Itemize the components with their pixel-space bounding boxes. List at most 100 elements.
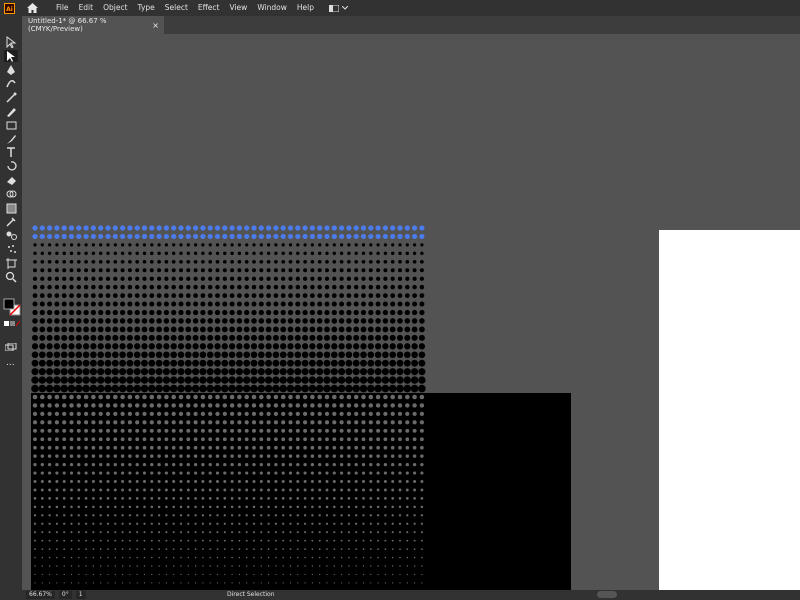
- halftone-dot: [48, 522, 51, 525]
- menu-edit[interactable]: Edit: [74, 0, 99, 16]
- halftone-dot: [208, 505, 212, 509]
- halftone-dot: [171, 454, 176, 458]
- menu-effect[interactable]: Effect: [193, 0, 225, 16]
- menu-window[interactable]: Window: [252, 0, 292, 16]
- fill-stroke-swatches[interactable]: [3, 298, 21, 316]
- rotate-tool-icon[interactable]: [4, 160, 18, 172]
- halftone-dot: [106, 471, 110, 475]
- more-tools-icon[interactable]: ...: [6, 358, 15, 368]
- halftone-dot: [369, 471, 373, 475]
- halftone-dot: [142, 445, 147, 450]
- halftone-dot: [98, 293, 104, 298]
- halftone-dot: [62, 471, 66, 475]
- symbol-sprayer-icon[interactable]: [4, 243, 18, 255]
- pencil-tool-icon[interactable]: [4, 105, 18, 117]
- halftone-dot: [360, 233, 367, 240]
- halftone-dot: [209, 582, 211, 584]
- halftone-dot: [143, 573, 146, 576]
- menu-object[interactable]: Object: [98, 0, 132, 16]
- menu-file[interactable]: File: [51, 0, 74, 16]
- halftone-dot: [47, 251, 52, 256]
- color-mode-icons[interactable]: [4, 320, 21, 328]
- type-tool-icon[interactable]: [4, 146, 18, 158]
- halftone-dot: [98, 420, 103, 425]
- artboard[interactable]: [659, 230, 800, 590]
- pen-tool-icon[interactable]: [4, 64, 18, 76]
- halftone-dot: [309, 309, 316, 316]
- halftone-dot: [311, 573, 314, 576]
- artboard-navigator[interactable]: 1: [75, 591, 86, 599]
- halftone-dot: [119, 343, 126, 350]
- halftone-dot: [354, 497, 358, 500]
- halftone-dot: [185, 309, 191, 316]
- halftone-dot: [251, 420, 257, 425]
- home-icon[interactable]: [25, 1, 39, 15]
- halftone-dot: [91, 454, 96, 458]
- halftone-dot: [412, 268, 417, 273]
- zoom-tool-icon[interactable]: [4, 271, 18, 283]
- halftone-dot: [317, 437, 322, 442]
- halftone-dot: [398, 259, 402, 264]
- halftone-dot: [121, 565, 124, 567]
- halftone-dot: [369, 531, 372, 534]
- halftone-dot: [209, 565, 211, 567]
- menu-view[interactable]: View: [225, 0, 253, 16]
- halftone-dot: [180, 548, 182, 550]
- halftone-dot: [99, 480, 103, 483]
- rotation-field[interactable]: 0°: [58, 591, 72, 599]
- artboard-tool-icon[interactable]: [4, 257, 18, 269]
- halftone-dot: [259, 454, 264, 458]
- rectangle-tool-icon[interactable]: [4, 119, 18, 131]
- halftone-dot: [216, 514, 219, 517]
- halftone-dot: [405, 437, 410, 442]
- halftone-dot: [177, 351, 185, 359]
- direct-selection-tool-icon[interactable]: [4, 49, 18, 62]
- halftone-dot: [113, 428, 118, 433]
- halftone-dot: [383, 293, 388, 298]
- halftone-dot: [187, 573, 189, 576]
- halftone-dot: [273, 318, 279, 324]
- curvature-tool-icon[interactable]: [4, 77, 18, 89]
- workspace-switcher[interactable]: [329, 4, 348, 12]
- halftone-dot: [82, 359, 90, 367]
- halftone-artwork[interactable]: [31, 223, 571, 593]
- horizontal-scrollbar[interactable]: [597, 591, 617, 598]
- halftone-dot: [187, 548, 190, 550]
- halftone-dot: [77, 462, 81, 467]
- halftone-dot: [418, 384, 426, 393]
- halftone-dot: [251, 225, 257, 231]
- halftone-dot: [266, 454, 271, 458]
- screen-mode-icon[interactable]: [4, 342, 17, 353]
- shape-builder-icon[interactable]: [4, 188, 18, 200]
- blend-tool-icon[interactable]: [4, 229, 18, 241]
- halftone-dot: [194, 505, 197, 509]
- document-tab[interactable]: Untitled-1* @ 66.67 % (CMYK/Preview) ×: [22, 16, 164, 34]
- paintbrush-tool-icon[interactable]: [4, 133, 18, 145]
- tools-panel: ...: [0, 16, 22, 600]
- eyedropper-tool-icon[interactable]: [4, 215, 18, 227]
- halftone-dot: [361, 251, 366, 256]
- halftone-dot: [148, 368, 156, 376]
- zoom-field[interactable]: 66.67%: [26, 591, 55, 599]
- close-icon[interactable]: ×: [152, 21, 159, 30]
- gradient-tool-icon[interactable]: [4, 202, 18, 214]
- halftone-dot: [339, 251, 344, 256]
- menu-type[interactable]: Type: [133, 0, 160, 16]
- halftone-dot: [231, 556, 233, 559]
- menu-help[interactable]: Help: [292, 0, 319, 16]
- halftone-dot: [273, 403, 279, 408]
- magic-wand-icon[interactable]: [4, 91, 18, 103]
- eraser-tool-icon[interactable]: [4, 174, 18, 186]
- halftone-dot: [62, 454, 66, 458]
- halftone-dot: [120, 251, 125, 256]
- halftone-dot: [91, 293, 96, 298]
- halftone-dot: [273, 428, 278, 433]
- halftone-dot: [165, 565, 168, 567]
- halftone-dot: [236, 301, 242, 307]
- halftone-dot: [179, 522, 183, 525]
- halftone-dot: [106, 531, 110, 534]
- halftone-dot: [128, 539, 131, 542]
- halftone-dot: [170, 326, 177, 333]
- selection-tool-icon[interactable]: [4, 36, 18, 48]
- menu-select[interactable]: Select: [160, 0, 193, 16]
